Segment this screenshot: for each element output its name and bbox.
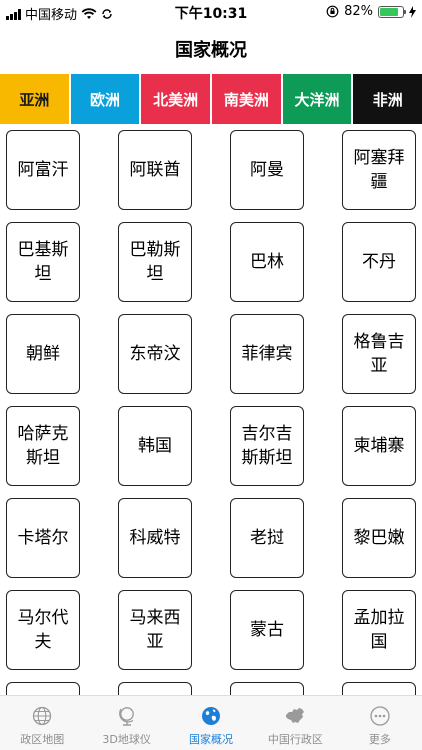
bottom-tab-bar: 政区地图 3D地球仪 国家概况 中国行政区 更多	[0, 695, 422, 750]
tab-label: 欧洲	[90, 90, 121, 109]
tabbar-item-china-admin[interactable]: 中国行政区	[253, 696, 337, 750]
tab-north-america[interactable]: 北美洲	[141, 74, 211, 124]
country-name: 卡塔尔	[17, 528, 69, 548]
tabbar-item-globe[interactable]: 3D地球仪	[84, 696, 168, 750]
country-button[interactable]: 菲律宾	[230, 314, 304, 394]
country-button[interactable]: 哈萨克斯坦	[6, 406, 80, 486]
country-name: 吉尔吉斯斯坦	[241, 424, 293, 468]
tabbar-label: 更多	[368, 733, 391, 746]
country-button[interactable]: 卡塔尔	[6, 498, 80, 578]
country-grid-inner: 阿富汗 阿联酋 阿曼 阿塞拜疆 巴基斯坦 巴勒斯坦 巴林 不丹 朝鲜 东帝汶 菲…	[6, 130, 416, 695]
globe-filled-icon	[202, 707, 221, 725]
country-button[interactable]: 蒙古	[230, 590, 304, 670]
battery-percent: 82%	[344, 4, 373, 19]
tabbar-label: 中国行政区	[267, 733, 323, 746]
country-name: 朝鲜	[26, 344, 60, 364]
tab-label: 北美洲	[153, 90, 199, 109]
country-name: 巴林	[250, 252, 284, 272]
country-name: 黎巴嫩	[353, 528, 405, 548]
more-icon	[370, 706, 390, 726]
tabbar-item-map[interactable]: 政区地图	[0, 696, 84, 750]
country-button[interactable]: 吉尔吉斯斯坦	[230, 406, 304, 486]
status-bar: 中国移动 下午10:31 82%	[0, 0, 422, 24]
page-title: 国家概况	[175, 40, 247, 61]
country-button[interactable]	[6, 682, 80, 695]
country-name: 孟加拉国	[353, 608, 405, 652]
country-button[interactable]	[342, 682, 416, 695]
country-button[interactable]: 阿曼	[230, 130, 304, 210]
country-button[interactable]: 格鲁吉亚	[342, 314, 416, 394]
globe-outline-icon	[33, 706, 52, 726]
tab-south-america[interactable]: 南美洲	[212, 74, 281, 124]
charging-icon	[409, 5, 416, 18]
country-name: 哈萨克斯坦	[17, 424, 69, 468]
country-name: 格鲁吉亚	[353, 332, 405, 376]
tabbar-item-more[interactable]: 更多	[338, 696, 422, 750]
country-button[interactable]: 阿联酋	[118, 130, 192, 210]
country-name: 阿塞拜疆	[353, 148, 405, 192]
country-name: 阿联酋	[129, 160, 181, 180]
country-button[interactable]: 科威特	[118, 498, 192, 578]
tab-africa[interactable]: 非洲	[353, 74, 422, 124]
country-name: 阿富汗	[17, 160, 69, 180]
country-name: 韩国	[138, 436, 172, 456]
country-name: 巴基斯坦	[17, 240, 69, 284]
country-button[interactable]: 韩国	[118, 406, 192, 486]
country-button[interactable]: 孟加拉国	[342, 590, 416, 670]
country-button[interactable]: 老挝	[230, 498, 304, 578]
country-name: 柬埔寨	[353, 436, 405, 456]
status-right: 82%	[326, 4, 416, 19]
continent-tabs: 亚洲 欧洲 北美洲 南美洲 大洋洲 非洲	[0, 74, 422, 124]
country-name: 马来西亚	[129, 608, 181, 652]
country-button[interactable]: 柬埔寨	[342, 406, 416, 486]
country-name: 不丹	[362, 252, 396, 272]
tab-oceania[interactable]: 大洋洲	[282, 74, 352, 124]
country-button[interactable]: 黎巴嫩	[342, 498, 416, 578]
country-name: 老挝	[250, 528, 284, 548]
orientation-lock-icon	[326, 5, 339, 18]
china-map-icon	[286, 708, 305, 723]
tabbar-label: 3D地球仪	[102, 733, 151, 746]
country-name: 东帝汶	[129, 344, 181, 364]
tab-label: 大洋洲	[294, 90, 340, 109]
tabbar-label: 政区地图	[20, 733, 65, 746]
country-button[interactable]: 巴林	[230, 222, 304, 302]
country-name: 科威特	[129, 528, 181, 548]
tab-europe[interactable]: 欧洲	[70, 74, 140, 124]
country-button[interactable]: 不丹	[342, 222, 416, 302]
tabbar-label: 国家概况	[189, 733, 234, 746]
battery-fill	[380, 7, 399, 16]
battery-icon	[378, 5, 406, 18]
country-button[interactable]	[230, 682, 304, 695]
country-name: 菲律宾	[241, 344, 293, 364]
country-button[interactable]: 阿富汗	[6, 130, 80, 210]
country-name: 蒙古	[250, 620, 284, 640]
country-button[interactable]: 马来西亚	[118, 590, 192, 670]
tabbar-item-country-overview[interactable]: 国家概况	[169, 696, 253, 750]
tab-label: 亚洲	[19, 90, 50, 109]
country-button[interactable]: 马尔代夫	[6, 590, 80, 670]
country-button[interactable]: 巴勒斯坦	[118, 222, 192, 302]
country-button[interactable]: 巴基斯坦	[6, 222, 80, 302]
country-name: 马尔代夫	[17, 608, 69, 652]
country-name: 阿曼	[250, 160, 284, 180]
globe-stand-icon	[118, 707, 134, 726]
country-button[interactable]: 朝鲜	[6, 314, 80, 394]
country-name: 巴勒斯坦	[129, 240, 181, 284]
tab-asia[interactable]: 亚洲	[0, 74, 69, 124]
tab-label: 南美洲	[223, 90, 269, 109]
tab-label: 非洲	[372, 90, 403, 109]
country-grid[interactable]: 阿富汗 阿联酋 阿曼 阿塞拜疆 巴基斯坦 巴勒斯坦 巴林 不丹 朝鲜 东帝汶 菲…	[0, 124, 422, 695]
country-button[interactable]	[118, 682, 192, 695]
country-button[interactable]: 阿塞拜疆	[342, 130, 416, 210]
country-button[interactable]: 东帝汶	[118, 314, 192, 394]
